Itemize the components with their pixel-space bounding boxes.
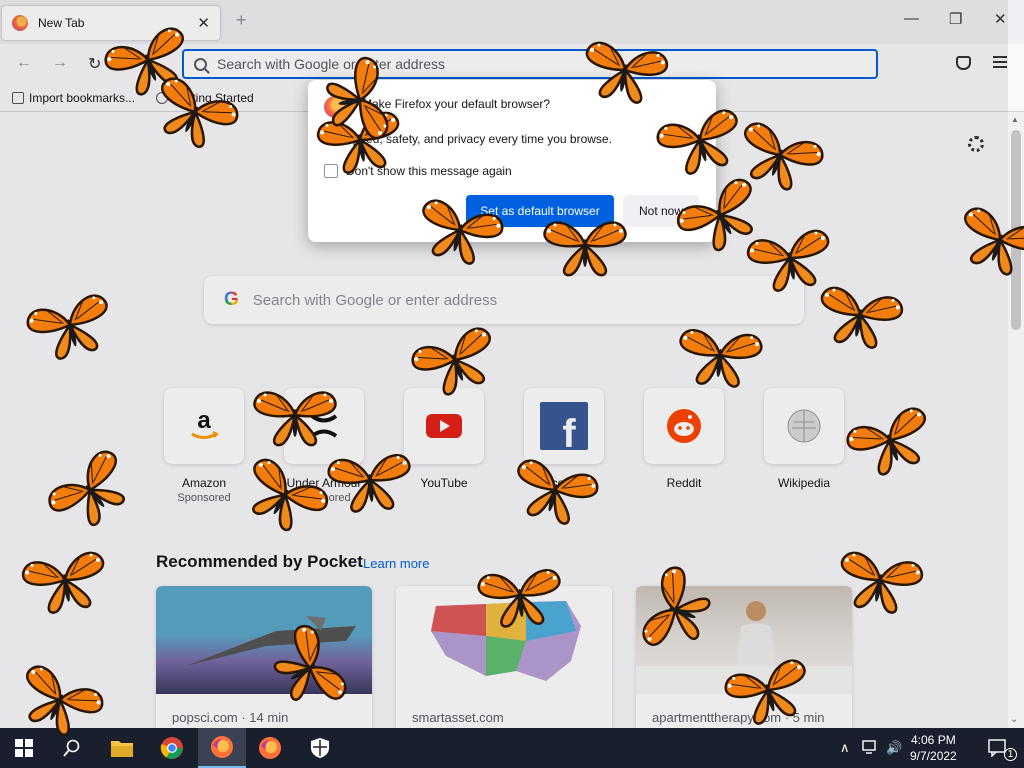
chrome-button[interactable] [148, 728, 196, 768]
windows-icon [15, 739, 33, 757]
notifications-button[interactable]: 1 [974, 728, 1022, 768]
taskbar-search-button[interactable] [48, 728, 96, 768]
file-explorer-button[interactable] [98, 728, 146, 768]
dialog-body: Get speed, safety, and privacy every tim… [324, 132, 612, 146]
dont-show-again-checkbox[interactable]: Don't show this message again [324, 164, 512, 178]
firefox-icon [259, 737, 281, 759]
not-now-button[interactable]: Not now [623, 195, 699, 227]
checkbox-label: Don't show this message again [346, 164, 512, 178]
scroll-up-icon[interactable]: ▲ [1011, 115, 1019, 124]
checkbox-icon[interactable] [324, 164, 338, 178]
volume-icon[interactable]: 🔊 [886, 740, 902, 756]
firefox-icon [324, 96, 346, 118]
shield-icon [311, 738, 329, 758]
firefox-taskbar-button-active[interactable] [198, 728, 246, 768]
scrollbar-thumb[interactable] [1011, 130, 1021, 330]
search-icon [63, 739, 80, 757]
dialog-title: Make Firefox your default browser? [362, 97, 551, 111]
folder-icon [111, 741, 133, 757]
scroll-down-icon[interactable]: ⌄ [1010, 714, 1018, 725]
chrome-icon [160, 737, 183, 759]
firefox-taskbar-button[interactable] [246, 728, 294, 768]
set-default-browser-button[interactable]: Set as default browser [466, 195, 614, 227]
clock[interactable]: 4:06 PM 9/7/2022 [910, 732, 957, 764]
clock-time: 4:06 PM [911, 733, 956, 747]
clock-date: 9/7/2022 [910, 749, 957, 763]
taskbar: ∧ 🔊 4:06 PM 9/7/2022 1 [0, 728, 1024, 768]
network-icon[interactable] [862, 740, 880, 757]
start-button[interactable] [0, 728, 48, 768]
firefox-icon [211, 736, 233, 758]
security-button[interactable] [296, 728, 344, 768]
tray-chevron-icon[interactable]: ∧ [840, 740, 850, 756]
notification-count: 1 [1004, 748, 1017, 761]
default-browser-dialog: Make Firefox your default browser? Get s… [308, 80, 716, 242]
